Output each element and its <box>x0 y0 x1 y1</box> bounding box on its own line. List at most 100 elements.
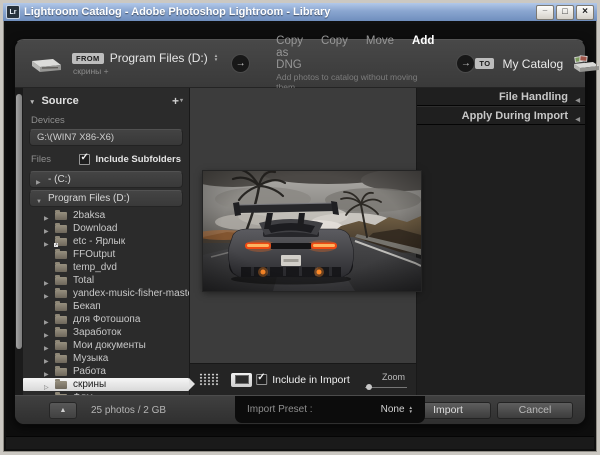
destination-selector[interactable]: TO My Catalog <box>475 54 600 74</box>
cancel-button[interactable]: Cancel <box>497 402 573 419</box>
zoom-slider-thumb[interactable] <box>366 384 372 390</box>
window-frame: Lr Lightroom Catalog - Adobe Photoshop L… <box>0 0 600 455</box>
import-header-bar: FROM Program Files (D:) скрины + Copy as… <box>15 40 585 88</box>
add-source-icon[interactable] <box>172 96 183 106</box>
folder-label: temp_dvd <box>73 262 117 273</box>
folder-label: Заработок <box>73 327 121 338</box>
device-name: G:\(WIN7 X86-X6) <box>37 132 114 143</box>
window-controls <box>536 5 594 20</box>
tree-folder-row[interactable]: Total <box>29 274 183 287</box>
tree-folder-row[interactable]: Download <box>29 222 183 235</box>
tree-folder-row[interactable]: Мои документы <box>29 339 183 352</box>
folder-shortcut-icon <box>55 238 67 246</box>
device-row[interactable]: G:\(WIN7 X86-X6) <box>29 129 183 146</box>
grid-view-icon[interactable] <box>199 373 220 386</box>
import-method-option[interactable]: Add <box>412 35 434 71</box>
import-method-option[interactable]: Copy <box>321 35 348 71</box>
devices-label: Devices <box>31 115 181 126</box>
folder-icon <box>55 368 67 376</box>
folder-label: Работа <box>73 366 106 377</box>
tree-folder-row[interactable]: для Фотошопа <box>29 313 183 326</box>
include-in-import-checkbox[interactable] <box>256 374 267 385</box>
import-preset-label: Import Preset : <box>247 404 313 415</box>
source-name[interactable]: Program Files (D:) <box>110 51 208 65</box>
files-label: Files <box>31 154 51 165</box>
title-bar: Lr Lightroom Catalog - Adobe Photoshop L… <box>3 3 597 21</box>
tree-folder-row[interactable]: 2baksa <box>29 209 183 222</box>
lightroom-app-icon: Lr <box>6 5 20 19</box>
tree-volume-row[interactable]: - (C:) <box>29 171 183 188</box>
footer-buttons: Import Cancel <box>405 402 575 419</box>
folder-label: для Фотошопа <box>73 314 140 325</box>
tree-folder-row[interactable]: Музыка <box>29 352 183 365</box>
catalog-stack-icon <box>571 54 600 74</box>
include-in-import-label: Include in Import <box>272 374 350 386</box>
tree-folder-row[interactable]: скрины <box>23 378 189 391</box>
tree-folder-row[interactable]: Работа <box>29 365 183 378</box>
folder-label: 2baksa <box>73 210 105 221</box>
chevron-down-icon[interactable] <box>29 95 35 107</box>
disclosure-triangle-icon[interactable] <box>44 381 49 392</box>
minimize-dialog-button[interactable] <box>49 402 77 419</box>
import-method-option[interactable]: Copy as DNG <box>276 35 303 71</box>
scrollbar-thumb[interactable] <box>16 94 22 349</box>
loupe-view-inner <box>235 375 249 384</box>
disclosure-triangle-icon[interactable] <box>36 195 42 206</box>
folder-tree: - (C:) Program Files (D:) 2baksa Downloadet… <box>29 171 183 404</box>
tree-folder-row[interactable]: temp_dvd <box>29 261 183 274</box>
folder-icon <box>55 342 67 350</box>
spinner-arrows-icon[interactable] <box>214 54 218 62</box>
folder-icon <box>55 329 67 337</box>
disclosure-triangle-icon[interactable] <box>36 176 41 187</box>
close-button[interactable] <box>576 5 594 20</box>
collapse-left-icon <box>575 93 580 105</box>
import-preset-value[interactable]: None <box>381 404 413 415</box>
folder-label: FFOutput <box>73 249 115 260</box>
source-panel-title: Source <box>41 95 78 107</box>
zoom-slider[interactable] <box>365 387 407 388</box>
source-selector[interactable]: FROM Program Files (D:) скрины + <box>15 51 218 76</box>
tree-volume-row[interactable]: Program Files (D:) <box>29 190 183 207</box>
folder-icon <box>55 303 67 311</box>
import-preset-selected: None <box>381 404 405 415</box>
source-panel: Source Devices G:\(WIN7 X86-X6) Files In… <box>23 88 189 395</box>
folder-label: yandex-music-fisher-master <box>73 288 196 299</box>
to-badge: TO <box>475 58 494 69</box>
minimize-button[interactable] <box>536 5 554 20</box>
destination-name[interactable]: My Catalog <box>502 57 563 71</box>
source-scrollbar[interactable] <box>15 88 23 395</box>
folder-icon <box>55 381 67 389</box>
folder-label: Program Files (D:) <box>48 193 130 204</box>
hard-drive-icon <box>29 54 63 74</box>
tree-folder-row[interactable]: Бекап <box>29 300 183 313</box>
folder-icon <box>55 225 67 233</box>
maximize-button[interactable] <box>556 5 574 20</box>
preview-toolbar: Include in Import Zoom <box>190 363 416 395</box>
folder-label: Total <box>73 275 94 286</box>
file-handling-section[interactable]: File Handling <box>417 88 585 106</box>
files-row: Files Include Subfolders <box>31 154 181 165</box>
window-title: Lightroom Catalog - Adobe Photoshop Ligh… <box>24 6 330 18</box>
tree-folder-row[interactable]: Заработок <box>29 326 183 339</box>
dialog-footer: 25 photos / 2 GB Import Preset : None Im… <box>15 395 585 424</box>
import-preset-tab: Import Preset : None <box>235 396 425 423</box>
loupe-view-icon[interactable] <box>231 373 252 387</box>
source-breadcrumb[interactable]: скрины + <box>72 66 218 76</box>
folder-label: Download <box>73 223 117 234</box>
collapse-left-icon <box>575 112 580 124</box>
include-subfolders-checkbox[interactable] <box>79 154 90 165</box>
apply-during-import-section[interactable]: Apply During Import <box>417 106 585 125</box>
file-handling-label: File Handling <box>499 91 568 103</box>
import-method-group: Copy as DNGCopyMoveAdd Add photos to cat… <box>276 35 434 92</box>
source-panel-header[interactable]: Source <box>29 92 183 110</box>
photo-thumbnail[interactable] <box>203 171 421 291</box>
include-in-import-control: Include in Import <box>256 374 350 386</box>
arrow-right-icon <box>456 54 475 73</box>
dialog-main: Source Devices G:\(WIN7 X86-X6) Files In… <box>15 88 585 395</box>
folder-icon <box>55 264 67 272</box>
import-method-option[interactable]: Move <box>366 35 394 71</box>
tree-folder-row[interactable]: yandex-music-fisher-master <box>29 287 183 300</box>
status-strip <box>6 436 594 449</box>
tree-folder-row[interactable]: FFOutput <box>29 248 183 261</box>
tree-folder-row[interactable]: etc - Ярлык <box>29 235 183 248</box>
